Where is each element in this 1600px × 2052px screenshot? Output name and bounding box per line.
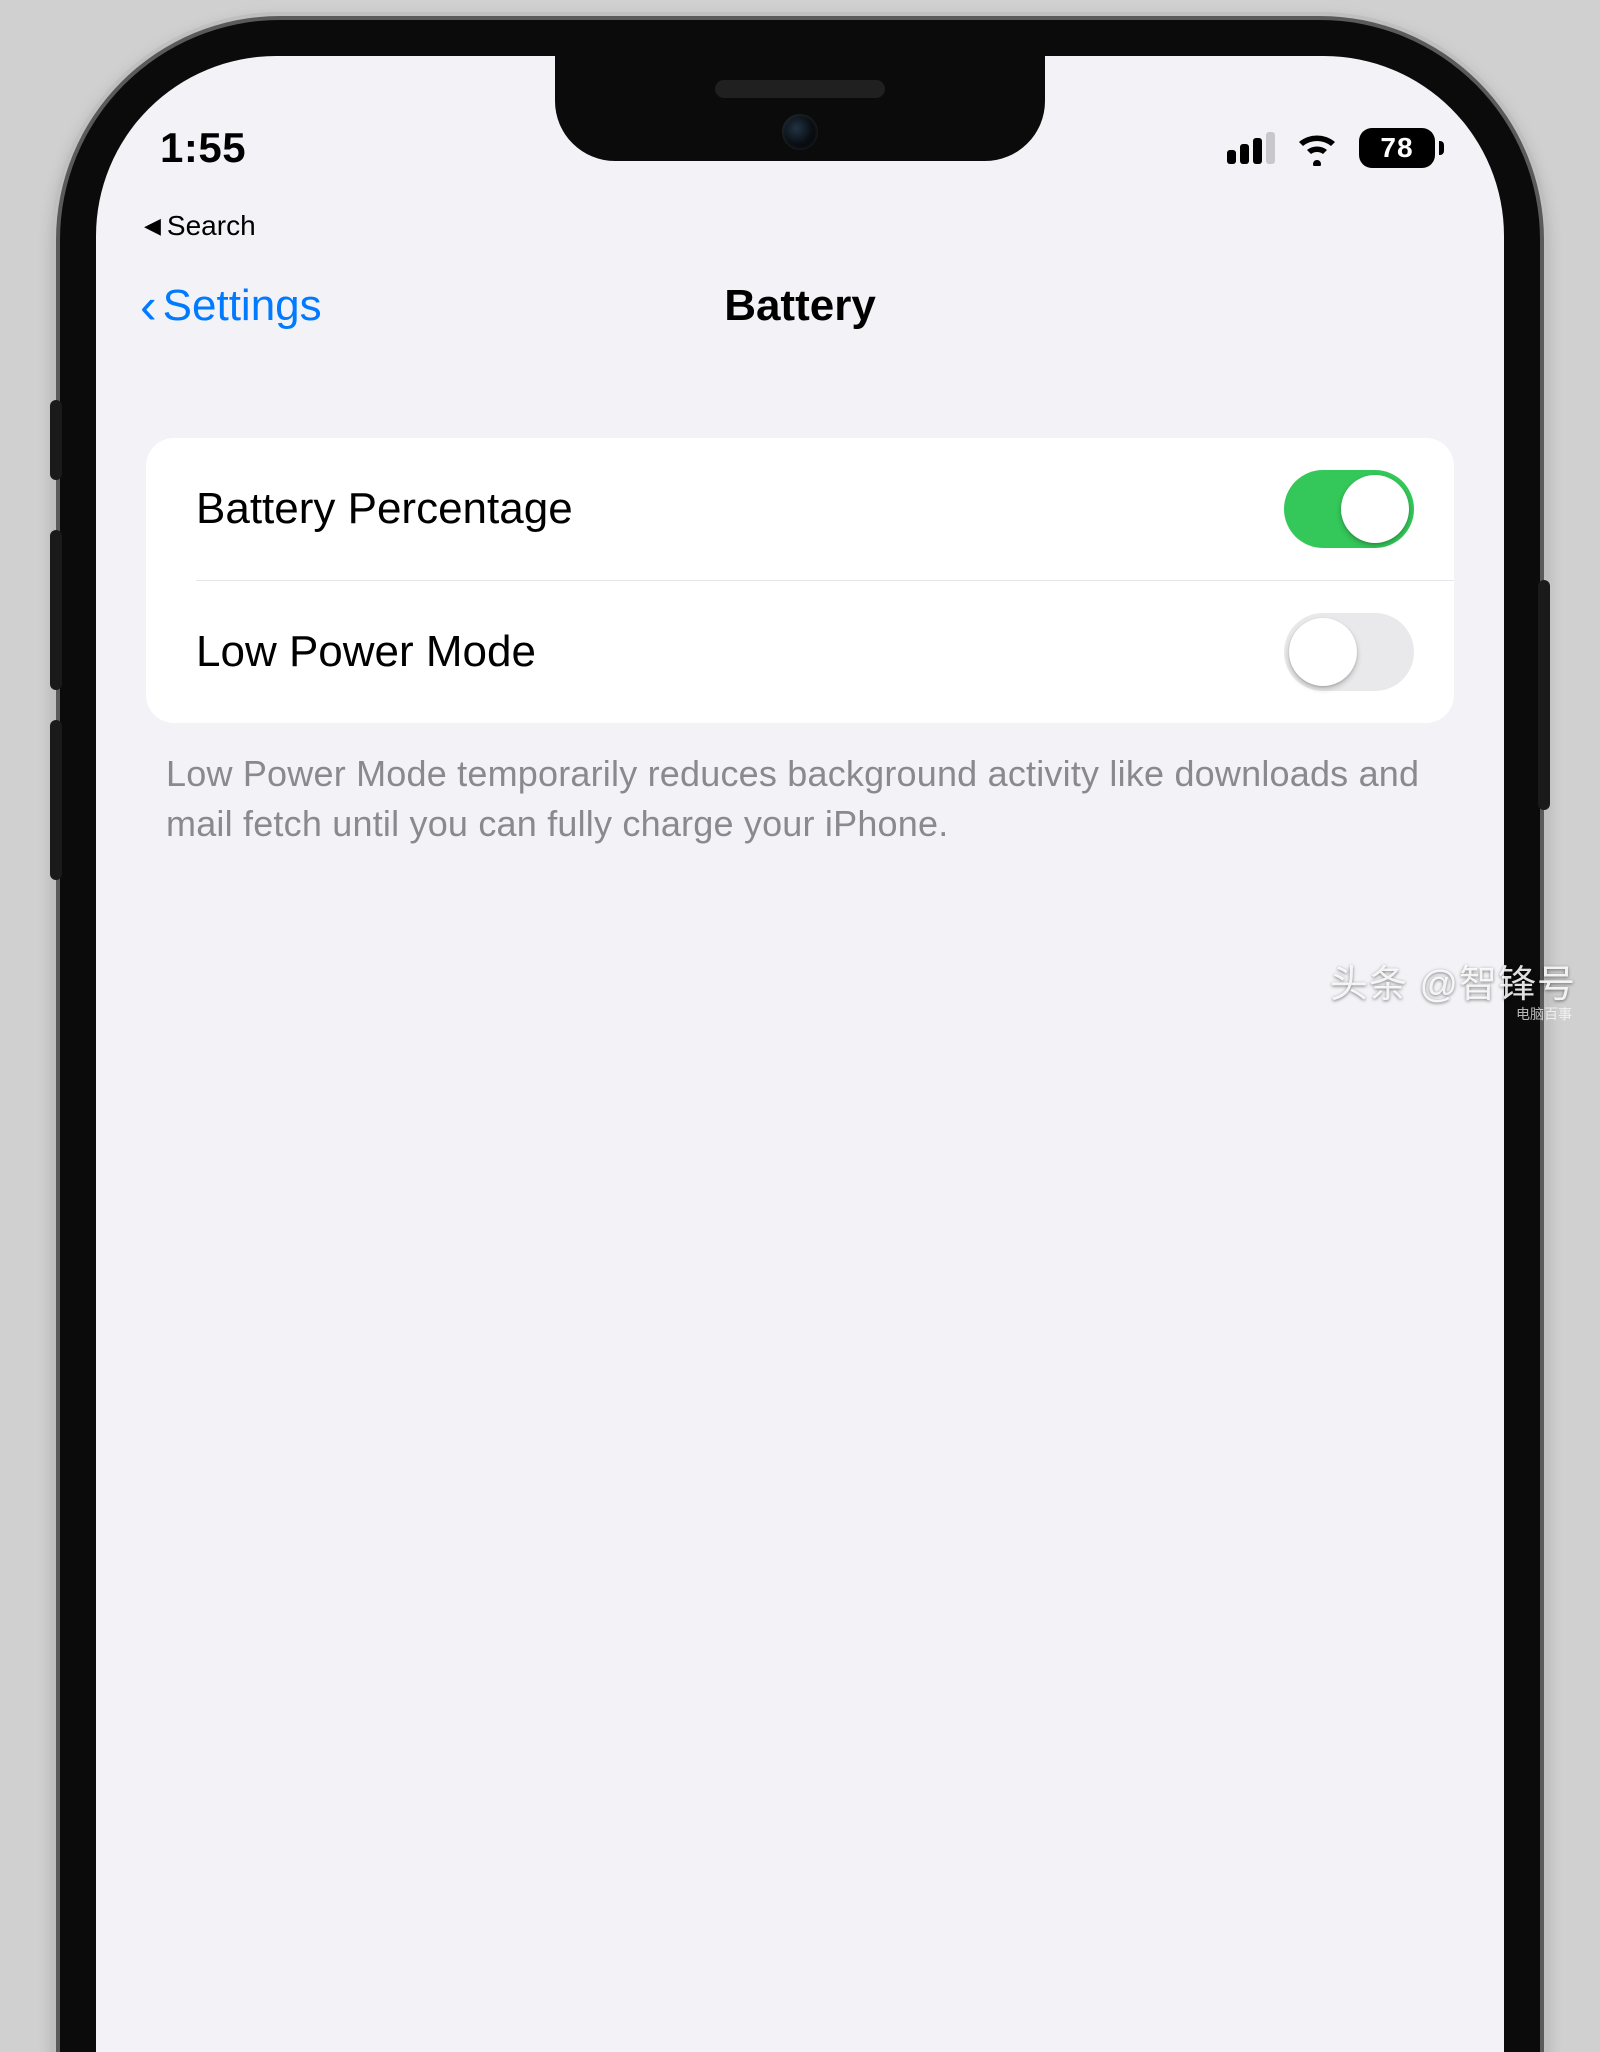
row-battery-percentage: Battery Percentage	[146, 438, 1454, 580]
cellular-signal-icon	[1227, 132, 1275, 164]
page-title: Battery	[724, 281, 876, 331]
back-label: Settings	[163, 281, 322, 331]
mute-switch	[50, 400, 62, 480]
nav-bar: ‹ Settings Battery	[96, 226, 1504, 386]
watermark-text: 头条 @智锋号	[1330, 953, 1576, 1008]
status-right-cluster: 78	[1227, 74, 1444, 168]
volume-down-button	[50, 720, 62, 880]
footer-note: Low Power Mode temporarily reduces backg…	[166, 749, 1434, 848]
toggle-knob-icon	[1289, 618, 1357, 686]
toggle-knob-icon	[1341, 475, 1409, 543]
notch	[555, 56, 1045, 161]
battery-nub-icon	[1439, 141, 1444, 155]
wifi-icon	[1293, 130, 1341, 166]
status-time: 1:55	[160, 70, 246, 172]
toggle-battery-percentage[interactable]	[1284, 470, 1414, 548]
chevron-left-icon: ‹	[140, 281, 157, 331]
iphone-device-frame: 1:55 78 ◀ Search	[60, 20, 1540, 2052]
toggle-low-power-mode[interactable]	[1284, 613, 1414, 691]
row-low-power-mode: Low Power Mode	[196, 580, 1454, 723]
battery-percent-label: 78	[1359, 128, 1435, 168]
settings-group: Battery Percentage Low Power Mode	[146, 438, 1454, 723]
battery-indicator: 78	[1359, 128, 1444, 168]
front-camera-icon	[782, 114, 818, 150]
back-to-settings-button[interactable]: ‹ Settings	[140, 281, 322, 331]
speaker-grill-icon	[715, 80, 885, 98]
volume-up-button	[50, 530, 62, 690]
row-label-battery-percentage: Battery Percentage	[196, 484, 573, 534]
watermark-subtext: 电脑百事	[1516, 1004, 1572, 1024]
side-power-button	[1538, 580, 1550, 810]
row-label-low-power-mode: Low Power Mode	[196, 627, 536, 677]
screen: 1:55 78 ◀ Search	[96, 56, 1504, 2052]
